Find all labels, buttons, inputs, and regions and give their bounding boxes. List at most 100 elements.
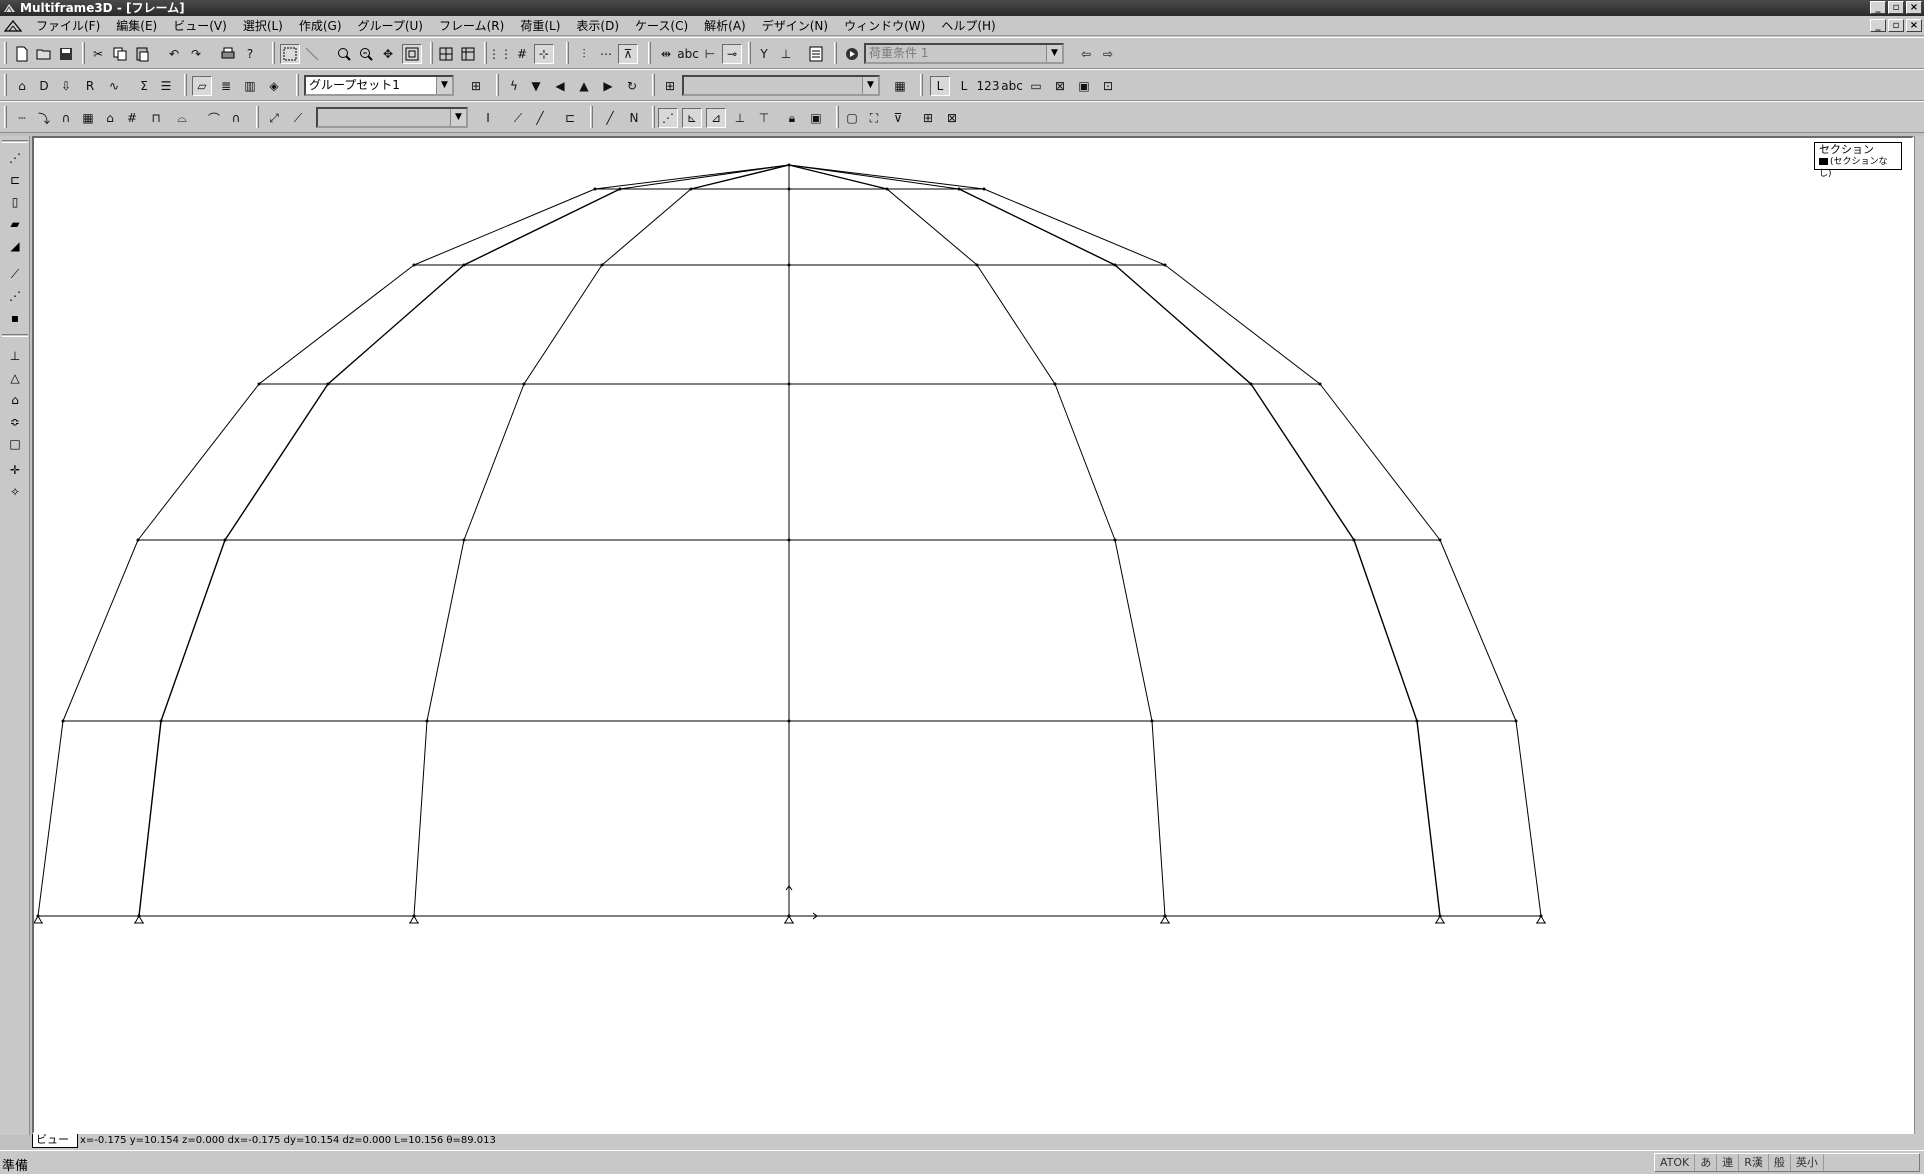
undo-icon[interactable]: ↶: [164, 44, 184, 64]
load-case-select[interactable]: 荷重条件 1 ▼: [864, 43, 1064, 64]
paste-icon[interactable]: [132, 44, 152, 64]
plate-icon[interactable]: ▱: [192, 76, 212, 96]
parallelogram-icon[interactable]: ▰: [5, 214, 25, 234]
frame-node[interactable]: [1438, 538, 1442, 542]
frame-node[interactable]: [1318, 382, 1322, 386]
frame-node[interactable]: [1415, 719, 1419, 723]
ime-renbun[interactable]: 連: [1717, 1154, 1740, 1171]
arrow-right-load-icon[interactable]: ▶: [598, 76, 618, 96]
meridian-member[interactable]: [426, 539, 465, 722]
node-release-icon[interactable]: ✧: [5, 482, 25, 502]
document-frame-icon[interactable]: [4, 19, 22, 33]
label-frame-icon[interactable]: ▭: [1026, 76, 1046, 96]
grid-dense-icon[interactable]: ▦: [890, 76, 910, 96]
select-line-icon[interactable]: [302, 44, 322, 64]
meridian-member[interactable]: [1151, 720, 1166, 917]
link-icon[interactable]: ⊸: [722, 44, 742, 64]
snap-axis-icon[interactable]: ⊥: [730, 108, 750, 128]
label-lite-icon[interactable]: L: [954, 76, 974, 96]
run-case-icon[interactable]: [842, 44, 862, 64]
member-node-icon[interactable]: ⊼: [618, 44, 638, 64]
frame-node[interactable]: [689, 187, 693, 191]
menu-frame[interactable]: フレーム(R): [431, 16, 512, 36]
doc-minimize-button[interactable]: _: [1870, 19, 1886, 32]
surface-icon[interactable]: ◢: [5, 236, 25, 256]
offset-icon[interactable]: ⤢: [264, 108, 284, 128]
redo-icon[interactable]: ↷: [186, 44, 206, 64]
menu-select[interactable]: 選択(L): [235, 16, 291, 36]
meridian-member[interactable]: [594, 164, 790, 190]
frame-node[interactable]: [787, 382, 791, 386]
meridian-member[interactable]: [1439, 539, 1517, 722]
add-plate-icon[interactable]: ▯: [5, 192, 25, 212]
meridian-member[interactable]: [37, 720, 64, 917]
frame-node[interactable]: [787, 719, 791, 723]
book-icon[interactable]: ▥: [240, 76, 260, 96]
truss-icon[interactable]: ⌂: [100, 108, 120, 128]
toolbar-grip[interactable]: [4, 74, 7, 96]
chevron-down-icon[interactable]: ▼: [436, 77, 452, 94]
ruler-icon[interactable]: ⟋: [5, 264, 25, 284]
frame-node[interactable]: [462, 263, 466, 267]
draw-member-icon[interactable]: ⟋: [508, 108, 528, 128]
snap-base-icon[interactable]: ⊤: [754, 108, 774, 128]
menu-help[interactable]: ヘルプ(H): [933, 16, 1003, 36]
meridian-member[interactable]: [1114, 264, 1252, 385]
block-icon[interactable]: ▪: [5, 308, 25, 328]
cut-icon[interactable]: ✂: [88, 44, 108, 64]
meridian-member[interactable]: [601, 188, 692, 266]
frame-node[interactable]: [1352, 538, 1356, 542]
diagram-icon[interactable]: ∿: [104, 76, 124, 96]
pin-support-icon[interactable]: △: [5, 368, 25, 388]
menu-group[interactable]: グループ(U): [350, 16, 431, 36]
frame-node[interactable]: [136, 538, 140, 542]
frame-node[interactable]: [425, 719, 429, 723]
triangle-load-icon[interactable]: ▲: [574, 76, 594, 96]
split-view-icon[interactable]: ⊞: [918, 108, 938, 128]
meridian-member[interactable]: [1515, 720, 1542, 917]
properties-list-icon[interactable]: [806, 44, 826, 64]
zoom-fit-icon[interactable]: [402, 44, 422, 64]
frame-node[interactable]: [522, 382, 526, 386]
table-icon[interactable]: ⊞: [660, 76, 680, 96]
align-vertical-icon[interactable]: ⫶: [574, 44, 594, 64]
sum-icon[interactable]: Σ: [134, 76, 154, 96]
zoom-in-icon[interactable]: [334, 44, 354, 64]
menu-load[interactable]: 荷重(L): [512, 16, 568, 36]
label-chart-icon[interactable]: ▣: [1074, 76, 1094, 96]
dome-icon[interactable]: ⌒: [204, 108, 224, 128]
label-l-icon[interactable]: L: [930, 76, 950, 96]
next-case-icon[interactable]: ⇨: [1098, 44, 1118, 64]
draw-line-icon[interactable]: ╱: [530, 108, 550, 128]
frame-node[interactable]: [618, 187, 622, 191]
previous-case-icon[interactable]: ⇦: [1076, 44, 1096, 64]
grid-frame-icon[interactable]: [436, 44, 456, 64]
meridian-member[interactable]: [523, 264, 603, 385]
arrow-left-load-icon[interactable]: ◀: [550, 76, 570, 96]
label-cross-icon[interactable]: ⊠: [1050, 76, 1070, 96]
grid-table-icon[interactable]: [458, 44, 478, 64]
stack-icon[interactable]: ≣: [216, 76, 236, 96]
minimize-button[interactable]: _: [1870, 1, 1886, 14]
load-arrow-icon[interactable]: ⇩: [56, 76, 76, 96]
toolbar-grip[interactable]: [4, 42, 7, 64]
label-abc-icon[interactable]: abc: [677, 44, 699, 64]
frame-node[interactable]: [593, 187, 597, 191]
frame-canvas[interactable]: セクション (セクションなし): [32, 136, 1914, 1134]
frame-node[interactable]: [787, 538, 791, 542]
frame-node[interactable]: [326, 382, 330, 386]
node-joint-icon[interactable]: ✛: [5, 460, 25, 480]
frame-node[interactable]: [1113, 263, 1117, 267]
vertical-scrollbar[interactable]: [1914, 136, 1924, 1134]
toolbar-grip[interactable]: [2, 140, 28, 143]
moment-icon[interactable]: ↻: [622, 76, 642, 96]
frame-node[interactable]: [412, 263, 416, 267]
close-button[interactable]: ×: [1906, 1, 1922, 14]
filter-icon[interactable]: Y: [754, 44, 774, 64]
meridian-member[interactable]: [958, 188, 1116, 266]
grid-lines-icon[interactable]: #: [512, 44, 532, 64]
render-3d-icon[interactable]: ◈: [264, 76, 284, 96]
camera-icon[interactable]: ▣: [806, 108, 826, 128]
group-set-select[interactable]: グループセット1 ▼: [304, 75, 454, 96]
frame-node[interactable]: [257, 382, 261, 386]
